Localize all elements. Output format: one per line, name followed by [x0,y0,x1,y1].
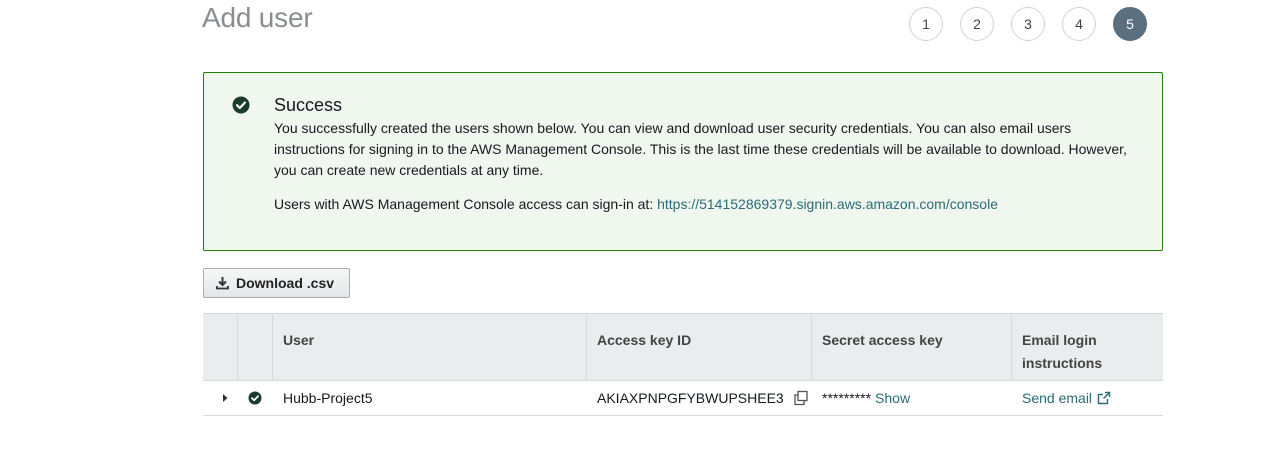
users-table: User Access key ID Secret access key Ema… [203,313,1163,416]
success-alert: Success You successfully created the use… [203,72,1163,251]
user-name-cell: Hubb-Project5 [283,390,373,406]
access-key-id-value: AKIAXPNPGFYBWUPSHEE3 [597,390,784,406]
wizard-steps: 1 2 3 4 5 [909,7,1147,41]
header-status-col [238,314,273,380]
header-access-key-id[interactable]: Access key ID [587,314,812,380]
alert-title: Success [274,95,343,115]
signin-prefix: Users with AWS Management Console access… [274,196,658,212]
page-title: Add user [202,2,313,33]
external-link-icon[interactable] [1097,391,1111,405]
signin-url-link[interactable]: https://514152869379.signin.aws.amazon.c… [657,196,998,212]
header-expand-col [203,314,238,380]
download-csv-button[interactable]: Download .csv [203,268,350,298]
check-circle-icon [248,391,262,405]
expand-cell [203,390,238,406]
download-icon [216,277,229,290]
header-email-login-instructions[interactable]: Email login instructions [1012,314,1163,380]
signin-info: Users with AWS Management Console access… [274,196,998,212]
caret-right-icon[interactable] [217,390,233,406]
step-3[interactable]: 3 [1011,7,1045,41]
header-user[interactable]: User [273,314,587,380]
secret-mask: ********* [822,390,872,406]
step-5[interactable]: 5 [1113,7,1147,41]
table-header: User Access key ID Secret access key Ema… [203,313,1163,381]
email-cell: Send email [1012,390,1163,406]
secret-access-key-cell: ********* Show [812,390,1012,406]
download-csv-label: Download .csv [236,275,335,291]
table-row: Hubb-Project5 AKIAXPNPGFYBWUPSHEE3 *****… [203,381,1163,416]
step-1[interactable]: 1 [909,7,943,41]
copy-icon[interactable] [793,390,809,406]
show-secret-link[interactable]: Show [875,390,910,406]
check-circle-icon [232,96,250,114]
step-2[interactable]: 2 [960,7,994,41]
status-cell [238,391,273,405]
alert-message: You successfully created the users shown… [274,120,1127,178]
step-4[interactable]: 4 [1062,7,1096,41]
send-email-link[interactable]: Send email [1022,390,1092,406]
access-key-id-cell: AKIAXPNPGFYBWUPSHEE3 [587,390,812,406]
header-secret-access-key[interactable]: Secret access key [812,314,1012,380]
